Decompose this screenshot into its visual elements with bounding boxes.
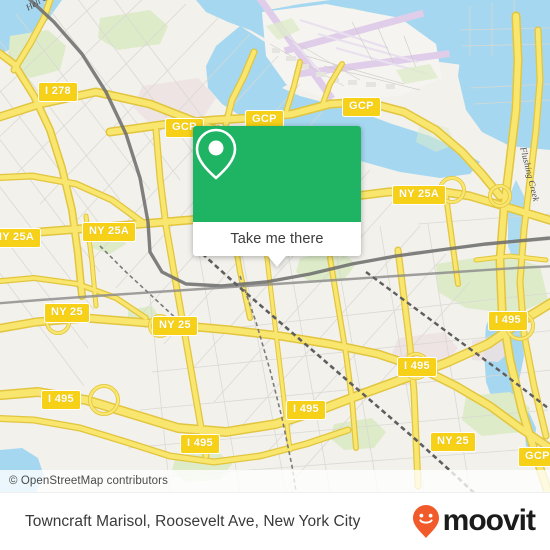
road-shield: I 495 — [41, 390, 81, 410]
road-shield: I 495 — [180, 434, 220, 454]
popup-pointer — [268, 256, 286, 267]
moovit-wordmark: moovit — [442, 504, 536, 537]
popup-action[interactable]: Take me there — [193, 222, 361, 256]
map-screenshot: Hell Gate Flushing Creek I 278 GCP GCP G… — [0, 0, 550, 550]
road-shield: I 495 — [488, 311, 528, 331]
take-me-there-label: Take me there — [230, 231, 324, 247]
road-shield: NY 25 — [152, 316, 198, 336]
map-pin-icon — [195, 128, 237, 180]
road-shield: GCP — [342, 97, 381, 117]
road-shield: I 495 — [286, 400, 326, 420]
road-shield: NY 25A — [82, 222, 137, 242]
page-title: Towncraft Marisol, Roosevelt Ave, New Yo… — [25, 513, 361, 530]
moovit-logo[interactable]: moovit — [411, 504, 550, 540]
road-shield: I 495 — [397, 357, 437, 377]
attribution-text: © OpenStreetMap contributors — [9, 475, 168, 487]
popup-header — [193, 126, 361, 222]
moovit-smiley-pin-icon — [412, 505, 439, 538]
road-shield: NY 25 — [44, 303, 90, 323]
map-canvas[interactable]: Hell Gate Flushing Creek I 278 GCP GCP G… — [0, 0, 550, 492]
road-shield: GCP — [518, 447, 550, 467]
location-popup[interactable]: Take me there — [193, 126, 361, 267]
footer-bar: Towncraft Marisol, Roosevelt Ave, New Yo… — [0, 492, 550, 550]
map-attribution: © OpenStreetMap contributors — [0, 470, 550, 492]
road-shield: I 278 — [38, 82, 78, 102]
road-shield: NY 25 — [430, 432, 476, 452]
road-shield: NY 25A — [0, 228, 42, 248]
road-shield: NY 25A — [392, 185, 447, 205]
